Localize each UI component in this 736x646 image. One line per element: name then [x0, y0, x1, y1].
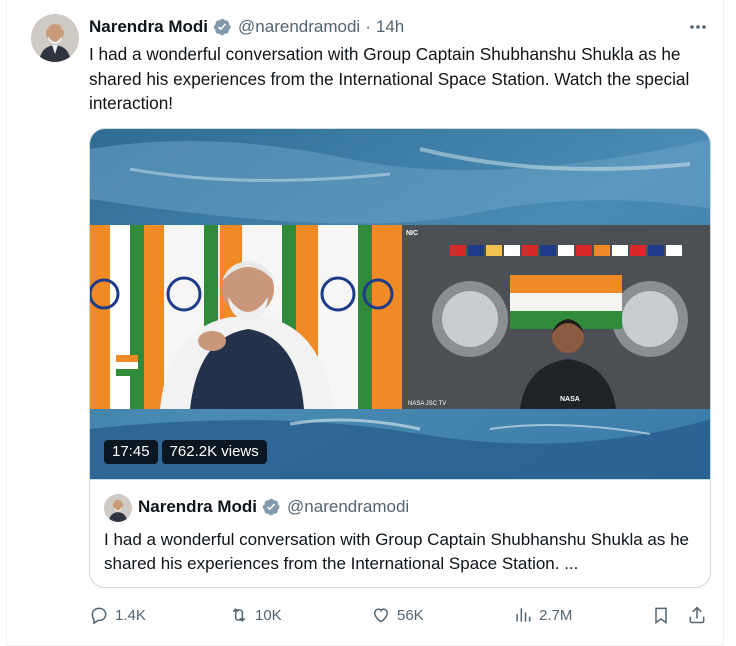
bookmark-icon — [655, 607, 667, 624]
bookmark-button[interactable] — [651, 600, 671, 630]
repost-count: 10K — [255, 606, 282, 624]
repost-button[interactable]: 10K — [229, 600, 282, 630]
more-icon — [690, 25, 706, 29]
like-button[interactable]: 56K — [371, 600, 424, 630]
video-player[interactable]: NASA NASA JSC TV NIC 17:45 762.2K views — [90, 129, 710, 479]
quoted-tweet-text: I had a wonderful conversation with Grou… — [104, 530, 689, 573]
quoted-tweet-header: Narendra Modi @narendramodi — [138, 497, 409, 517]
right-video-panel: NASA NASA JSC TV NIC — [402, 225, 710, 409]
tweet-timestamp[interactable]: 14h — [376, 17, 404, 37]
views-icon — [516, 608, 531, 622]
media-card: NASA NASA JSC TV NIC 17:45 762.2K views — [89, 128, 711, 588]
nasa-tv-overlay: NASA JSC TV — [408, 401, 446, 407]
author-handle[interactable]: @narendramodi — [238, 17, 360, 37]
nasa-logo-text: NASA — [560, 396, 580, 403]
like-count: 56K — [397, 606, 424, 624]
tweet-card[interactable]: Narendra Modi @narendramodi · 14h I had … — [6, 0, 724, 646]
share-button[interactable] — [687, 600, 707, 630]
quoted-author-handle: @narendramodi — [287, 497, 410, 516]
reply-icon — [91, 607, 107, 625]
author-name[interactable]: Narendra Modi — [89, 17, 208, 37]
more-options-button[interactable] — [687, 16, 709, 38]
video-view-count: 762.2K views — [161, 440, 267, 464]
views-button[interactable]: 2.7M — [513, 600, 572, 630]
tweet-text: I had a wonderful conversation with Grou… — [89, 44, 690, 113]
share-icon — [689, 606, 705, 624]
verified-icon — [262, 498, 280, 516]
quoted-author-name: Narendra Modi — [138, 497, 258, 516]
video-duration: 17:45 — [104, 440, 158, 464]
quoted-author-avatar[interactable] — [104, 494, 132, 522]
like-icon — [373, 608, 389, 623]
views-count: 2.7M — [539, 606, 573, 624]
verified-icon — [213, 18, 231, 36]
action-bar: 1.4K 10K 56K 2.7M — [89, 600, 715, 630]
tweet-header: Narendra Modi @narendramodi · 14h — [89, 16, 404, 38]
author-avatar[interactable] — [31, 14, 79, 62]
reply-count: 1.4K — [115, 606, 146, 624]
reply-button[interactable]: 1.4K — [89, 600, 146, 630]
video-thumbnail: NASA NASA JSC TV NIC — [90, 129, 710, 479]
left-video-panel — [90, 225, 402, 409]
separator-dot: · — [365, 17, 371, 36]
nic-overlay: NIC — [406, 230, 418, 237]
video-badges: 17:45 762.2K views — [104, 440, 267, 464]
quoted-tweet[interactable]: Narendra Modi @narendramodi I had a wond… — [90, 479, 710, 587]
repost-icon — [232, 608, 246, 622]
